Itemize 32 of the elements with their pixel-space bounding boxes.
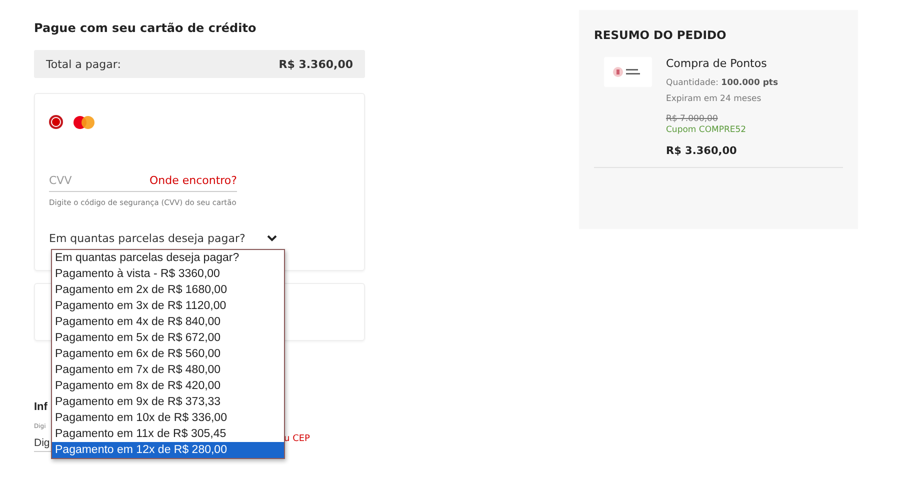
dropdown-option[interactable]: Pagamento em 8x de R$ 420,00 bbox=[52, 378, 284, 394]
summary-title: RESUMO DO PEDIDO bbox=[594, 28, 728, 42]
cvv-help-link[interactable]: Onde encontro? bbox=[149, 174, 237, 186]
dropdown-option[interactable]: Pagamento em 10x de R$ 336,00 bbox=[52, 410, 284, 426]
dropdown-option[interactable]: Pagamento em 9x de R$ 373,33 bbox=[52, 394, 284, 410]
radio-button[interactable] bbox=[49, 115, 63, 129]
section-title: Pague com seu cartão de crédito bbox=[34, 21, 258, 37]
dropdown-option[interactable]: Pagamento em 5x de R$ 672,00 bbox=[52, 330, 284, 346]
dropdown-option[interactable]: Pagamento em 2x de R$ 1680,00 bbox=[52, 282, 284, 298]
cep-link[interactable]: u CEP bbox=[284, 434, 310, 444]
dropdown-option[interactable]: Pagamento à vista - R$ 3360,00 bbox=[52, 266, 284, 282]
card-brand-icon bbox=[73, 116, 95, 128]
section-heading: Inf bbox=[34, 401, 48, 413]
old-price: R$ 7.000,00 bbox=[666, 114, 719, 124]
chevron-icon bbox=[267, 234, 277, 242]
dropdown-option[interactable]: Pagamento em 12x de R$ 280,00 bbox=[52, 442, 284, 458]
dropdown-option[interactable]: Pagamento em 6x de R$ 560,00 bbox=[52, 346, 284, 362]
dropdown-option[interactable]: Em quantas parcelas deseja pagar? bbox=[52, 250, 284, 266]
dropdown-option[interactable]: Pagamento em 7x de R$ 480,00 bbox=[52, 362, 284, 378]
total-label: Total a pagar: bbox=[46, 58, 121, 70]
dropdown-option[interactable]: Pagamento em 4x de R$ 840,00 bbox=[52, 314, 284, 330]
dropdown-option[interactable]: Pagamento em 3x de R$ 1120,00 bbox=[52, 298, 284, 314]
dropdown-option[interactable]: Pagamento em 11x de R$ 305,45 bbox=[52, 426, 284, 442]
input-field[interactable]: Dig bbox=[34, 437, 50, 449]
total-value: R$ 3.360,00 bbox=[278, 58, 353, 70]
product-name: Compra de Pontos bbox=[666, 57, 768, 70]
cvv-field[interactable]: CVV bbox=[49, 174, 129, 186]
coupon-label: Cupom COMPRE52 bbox=[666, 125, 748, 135]
product-quantity: Quantidade: 100.000 pts bbox=[666, 78, 778, 88]
product-expiry: Expiram em 24 meses bbox=[666, 94, 762, 104]
installments-select[interactable]: Em quantas parcelas deseja pagar? bbox=[49, 230, 277, 246]
product-price: R$ 3.360,00 bbox=[666, 145, 738, 157]
